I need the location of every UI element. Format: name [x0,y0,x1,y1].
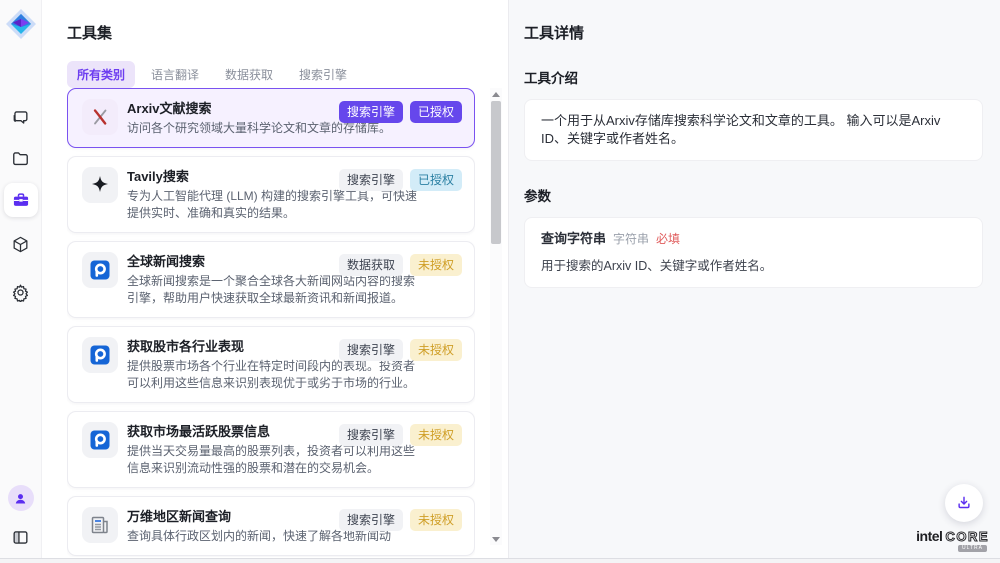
tool-card[interactable]: 全球新闻搜索全球新闻搜索是一个聚合全球各大新闻网站内容的搜索引擎，帮助用户快速获… [67,241,475,318]
news-q-icon [82,422,118,458]
download-button[interactable] [945,484,983,522]
app-logo-icon [4,7,38,41]
param-required-badge: 必填 [656,230,680,248]
toolbox-icon [11,190,31,210]
person-icon [13,491,28,506]
tool-description: 提供股票市场各个行业在特定时间段内的表现。投资者可以利用这些信息来识别表现优于或… [127,358,419,392]
scrollbar-thumb[interactable] [491,101,501,244]
news-q-icon [82,337,118,373]
brand-core: core [945,529,989,544]
tab-2[interactable]: 数据获取 [215,61,283,88]
download-icon [955,494,973,512]
tool-list: Arxiv文献搜索访问各个研究领域大量科学论文和文章的存储库。搜索引擎已授权 T… [67,88,475,557]
auth-status-badge: 未授权 [410,424,462,446]
folder-icon[interactable] [9,146,33,170]
category-badge: 搜索引擎 [339,509,403,531]
param-name: 查询字符串 [541,230,606,248]
auth-status-badge: 未授权 [410,509,462,531]
tool-card[interactable]: 万维地区新闻查询查询具体行政区划内的新闻，快速了解各地新闻动搜索引擎未授权 [67,496,475,556]
intro-heading: 工具介绍 [524,67,983,87]
category-badge: 数据获取 [339,254,403,276]
news-q-icon [82,252,118,288]
scroll-down-arrow-icon[interactable] [490,533,502,545]
tools-panel-title: 工具集 [67,22,508,43]
window-bottom-edge [0,558,1000,563]
category-badge: 搜索引擎 [339,101,403,123]
split-panels-icon[interactable] [9,525,33,549]
arxiv-icon [82,99,118,135]
auth-status-badge: 未授权 [410,254,462,276]
tool-description: 专为人工智能代理 (LLM) 构建的搜索引擎工具，可快速提供实时、准确和真实的结… [127,188,419,222]
tool-card[interactable]: Arxiv文献搜索访问各个研究领域大量科学论文和文章的存储库。搜索引擎已授权 [67,88,475,148]
star-icon [82,167,118,203]
category-badge: 搜索引擎 [339,169,403,191]
tool-card[interactable]: 获取市场最活跃股票信息提供当天交易量最高的股票列表，投资者可以利用这些信息来识别… [67,411,475,488]
tool-description: 全球新闻搜索是一个聚合全球各大新闻网站内容的搜索引擎，帮助用户快速获取全球最新资… [127,273,419,307]
cube-icon[interactable] [9,232,33,256]
intro-text: 一个用于从Arxiv存储库搜索科学论文和文章的工具。 输入可以是Arxiv ID… [541,113,940,146]
tab-3[interactable]: 搜索引擎 [289,61,357,88]
scroll-up-arrow-icon[interactable] [490,88,502,100]
tool-card[interactable]: Tavily搜索专为人工智能代理 (LLM) 构建的搜索引擎工具，可快速提供实时… [67,156,475,233]
param-description: 用于搜索的Arxiv ID、关键字或作者姓名。 [541,257,966,275]
app-sidebar [0,0,42,563]
intel-core-logo: intel core ultra [916,528,989,552]
tab-0[interactable]: 所有类别 [67,61,135,88]
scrollbar[interactable] [490,88,502,545]
chat-icon[interactable] [9,105,33,129]
newspaper-icon [82,507,118,543]
auth-status-badge: 已授权 [410,169,462,191]
sidebar-item-tools-active[interactable] [4,183,38,217]
category-badge: 搜索引擎 [339,424,403,446]
param-card: 查询字符串 字符串 必填 用于搜索的Arxiv ID、关键字或作者姓名。 [524,217,983,288]
tool-detail-panel: 工具详情 工具介绍 一个用于从Arxiv存储库搜索科学论文和文章的工具。 输入可… [508,0,1000,563]
tools-list-panel: 工具集 所有类别语言翻译数据获取搜索引擎 Arxiv文献搜索访问各个研究领域大量… [42,0,508,563]
intro-card: 一个用于从Arxiv存储库搜索科学论文和文章的工具。 输入可以是Arxiv ID… [524,99,983,161]
tool-description: 提供当天交易量最高的股票列表，投资者可以利用这些信息来识别流动性强的股票和潜在的… [127,443,419,477]
params-heading: 参数 [524,185,983,205]
category-tabs: 所有类别语言翻译数据获取搜索引擎 [67,61,508,88]
auth-status-badge: 未授权 [410,339,462,361]
auth-status-badge: 已授权 [410,101,462,123]
brand-intel: intel [916,528,942,544]
param-type: 字符串 [613,230,649,248]
detail-panel-title: 工具详情 [524,22,983,43]
user-avatar[interactable] [8,485,34,511]
brand-ultra-badge: ultra [958,545,987,552]
tool-card[interactable]: 获取股市各行业表现提供股票市场各个行业在特定时间段内的表现。投资者可以利用这些信… [67,326,475,403]
gear-icon[interactable] [9,280,33,304]
category-badge: 搜索引擎 [339,339,403,361]
tab-1[interactable]: 语言翻译 [141,61,209,88]
